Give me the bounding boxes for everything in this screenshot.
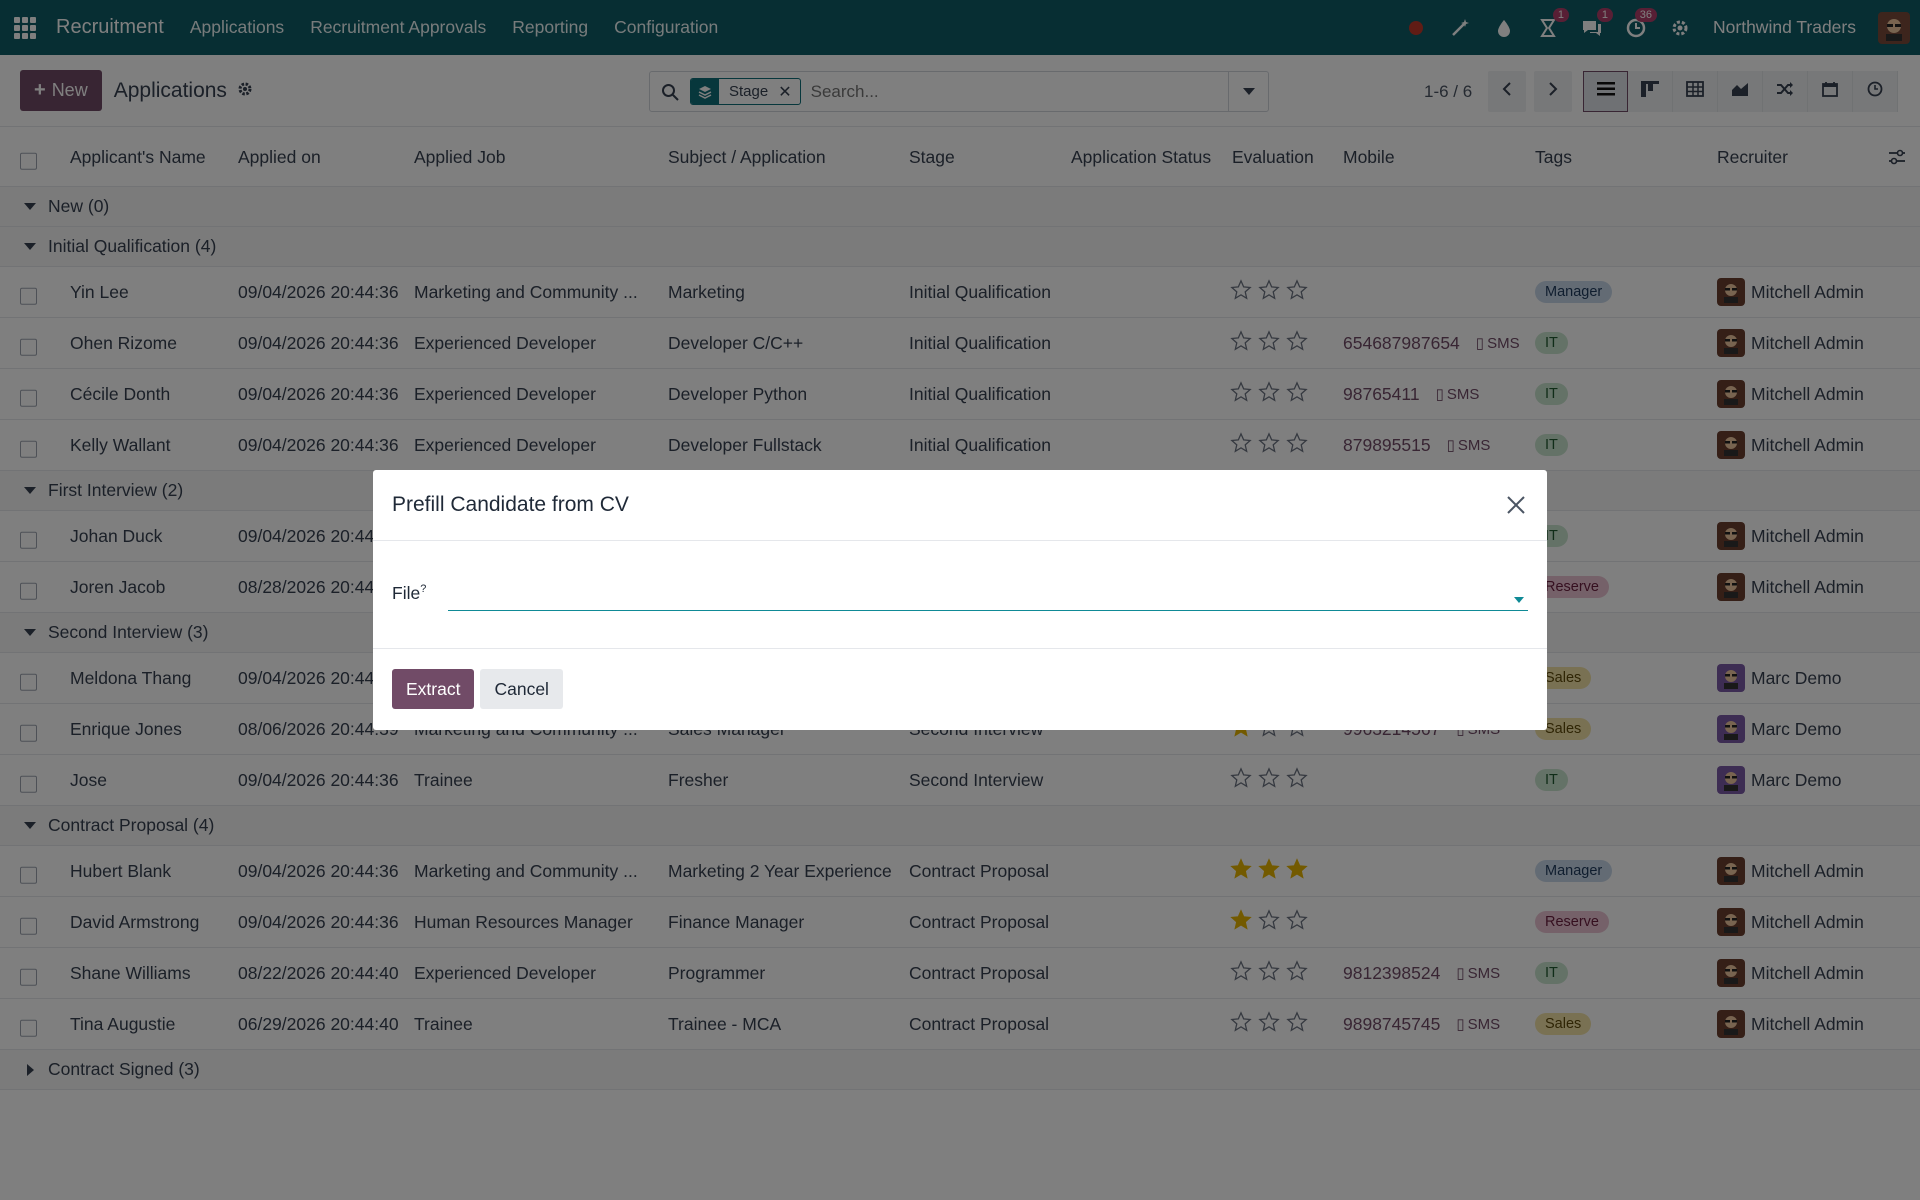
help-tooltip-icon[interactable]: ? bbox=[420, 583, 426, 595]
prefill-cv-dialog: Prefill Candidate from CV File? Extract … bbox=[373, 470, 1547, 730]
caret-down-icon[interactable] bbox=[1514, 597, 1524, 603]
cancel-button[interactable]: Cancel bbox=[480, 669, 563, 709]
dialog-footer: Extract Cancel bbox=[373, 649, 1547, 729]
file-field-label: File? bbox=[392, 583, 426, 604]
close-icon[interactable] bbox=[1504, 493, 1528, 517]
extract-button[interactable]: Extract bbox=[392, 669, 475, 709]
file-field-input[interactable] bbox=[448, 583, 1528, 611]
dialog-header: Prefill Candidate from CV bbox=[373, 470, 1547, 541]
file-label-text: File bbox=[392, 583, 421, 603]
dialog-title: Prefill Candidate from CV bbox=[392, 493, 629, 516]
dialog-body: File? bbox=[373, 541, 1547, 649]
